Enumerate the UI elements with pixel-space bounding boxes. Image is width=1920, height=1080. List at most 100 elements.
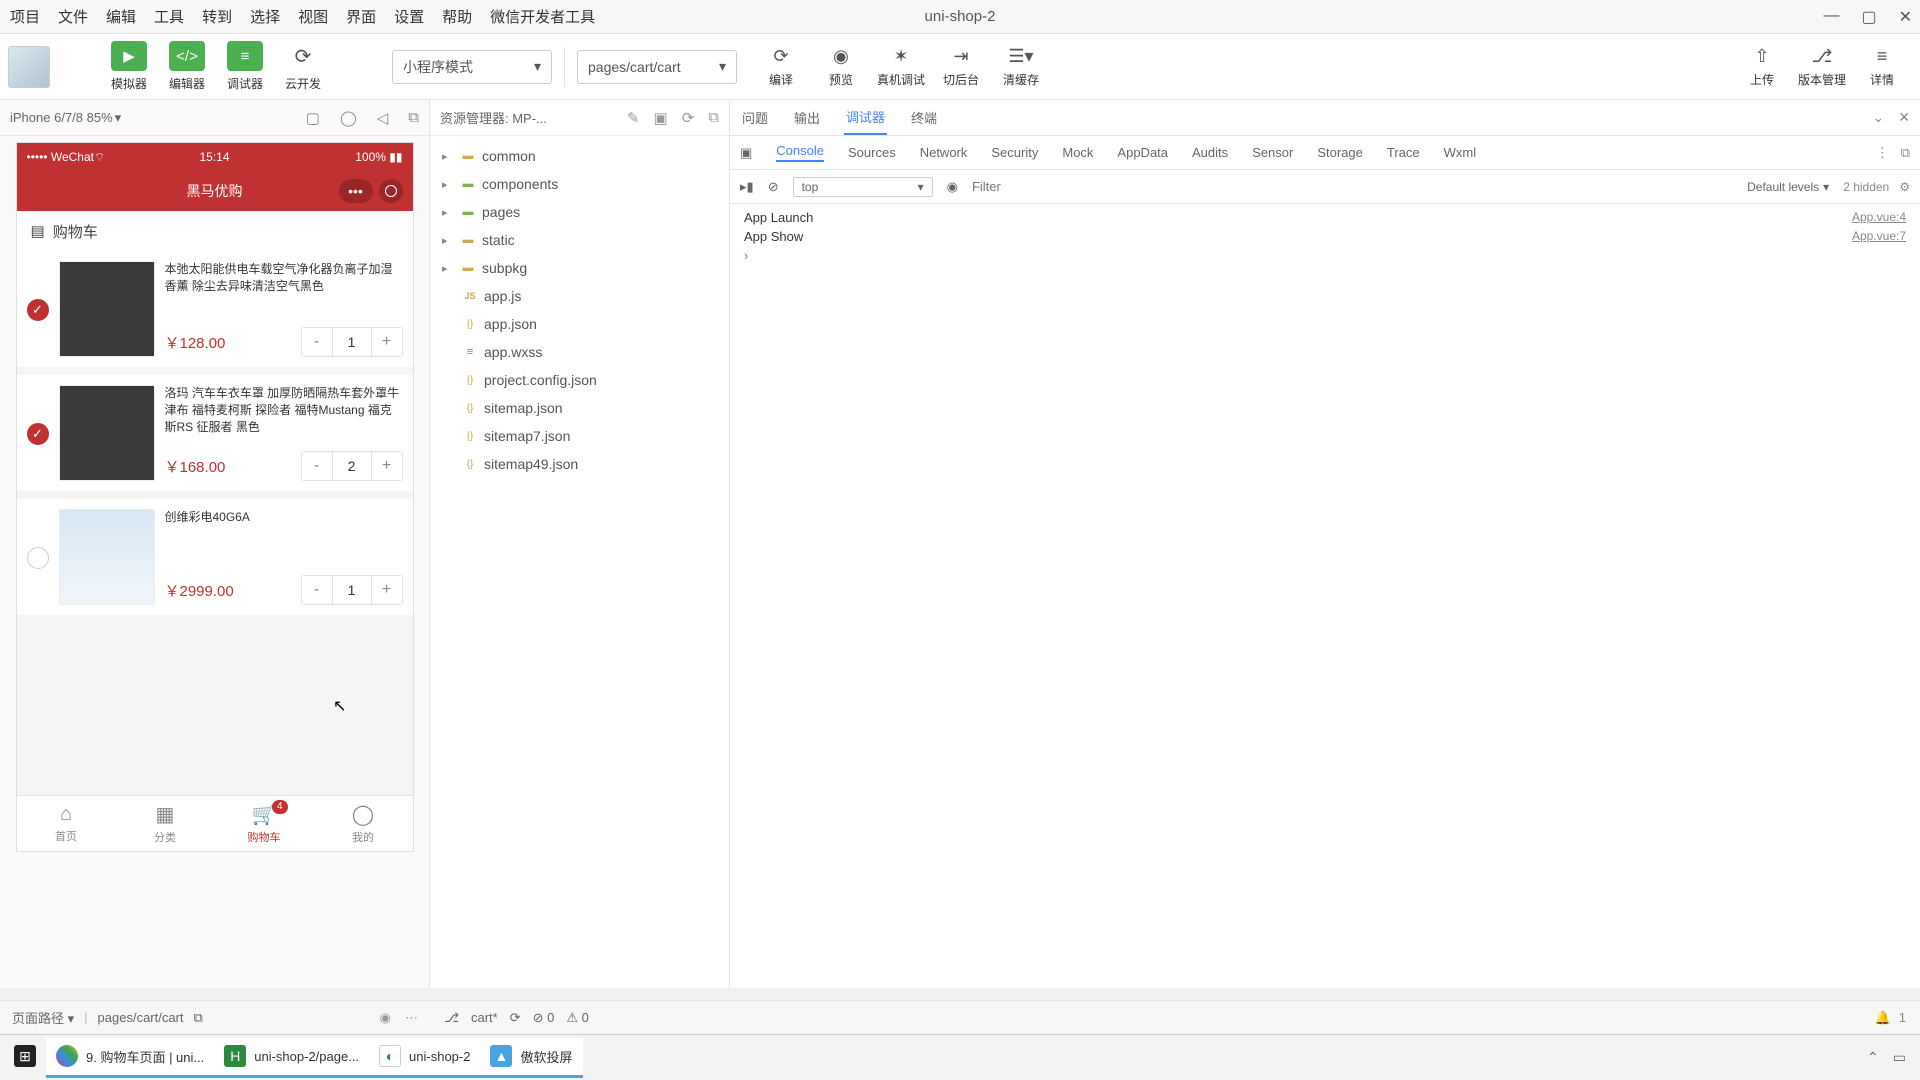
new-folder-icon[interactable]: ▣	[654, 109, 668, 127]
item-checkbox[interactable]	[27, 547, 49, 569]
levels-dropdown[interactable]: Default levels▾	[1747, 180, 1829, 194]
editor-button[interactable]: </>编辑器	[158, 41, 216, 92]
subtab-network[interactable]: Network	[920, 145, 968, 160]
taskbar-hbuilder[interactable]: Huni-shop-2/page...	[214, 1038, 369, 1078]
tray-chevron-icon[interactable]: ⌃	[1867, 1049, 1879, 1066]
subtab-trace[interactable]: Trace	[1387, 145, 1420, 160]
tab-debugger[interactable]: 调试器	[844, 100, 887, 135]
tab-issues[interactable]: 问题	[740, 100, 770, 135]
detail-button[interactable]: ≡详情	[1852, 46, 1912, 88]
menu-view[interactable]: 视图	[298, 6, 328, 27]
debugger-button[interactable]: ≡调试器	[216, 41, 274, 92]
subtab-audits[interactable]: Audits	[1192, 145, 1228, 160]
tab-terminal[interactable]: 终端	[909, 100, 939, 135]
branch-name[interactable]: cart*	[471, 1010, 498, 1025]
context-dropdown[interactable]: top▾	[793, 177, 933, 197]
rotate-icon[interactable]: ▢	[306, 109, 320, 127]
product-image[interactable]	[59, 509, 155, 605]
file-sitemap7[interactable]: sitemap7.json	[438, 422, 721, 450]
folder-common[interactable]: ▸common	[438, 142, 721, 170]
avatar[interactable]	[8, 46, 50, 88]
popout-icon[interactable]: ⧉	[408, 109, 419, 127]
folder-components[interactable]: ▸components	[438, 170, 721, 198]
file-sitemap49[interactable]: sitemap49.json	[438, 450, 721, 478]
dock-icon[interactable]: ⧉	[1901, 145, 1910, 161]
subtab-sensor[interactable]: Sensor	[1252, 145, 1293, 160]
devtools-menu-icon[interactable]: ⋮	[1876, 145, 1889, 161]
filter-input[interactable]	[972, 179, 1733, 194]
qty-minus-button[interactable]: -	[302, 328, 332, 356]
cloud-button[interactable]: ⟳云开发	[274, 41, 332, 92]
collapse-icon[interactable]: ⧉	[708, 109, 719, 127]
back-icon[interactable]: ◁	[377, 109, 389, 127]
item-checkbox[interactable]: ✓	[27, 423, 49, 445]
upload-button[interactable]: ⇧上传	[1732, 46, 1792, 88]
more-icon[interactable]: ⋯	[405, 1010, 418, 1026]
subtab-sources[interactable]: Sources	[848, 145, 896, 160]
qty-minus-button[interactable]: -	[302, 452, 332, 480]
capsule-menu-icon[interactable]: •••	[339, 179, 373, 203]
subtab-appdata[interactable]: AppData	[1117, 145, 1168, 160]
simulator-button[interactable]: ▶模拟器	[100, 41, 158, 92]
warning-count[interactable]: ⚠ 0	[566, 1010, 589, 1026]
file-app-js[interactable]: app.js	[438, 282, 721, 310]
menu-tools[interactable]: 工具	[154, 6, 184, 27]
tab-home[interactable]: ⌂首页	[17, 796, 116, 851]
toggle-sidebar-icon[interactable]: ▸▮	[740, 179, 754, 195]
tab-category[interactable]: ▦分类	[116, 796, 215, 851]
close-icon[interactable]: ✕	[1899, 7, 1912, 27]
tab-mine[interactable]: ◯我的	[314, 796, 413, 851]
folder-pages[interactable]: ▸pages	[438, 198, 721, 226]
sync-icon[interactable]: ⟳	[510, 1010, 521, 1026]
clear-cache-button[interactable]: ☰▾清缓存	[991, 46, 1051, 88]
real-device-button[interactable]: ✶真机调试	[871, 46, 931, 88]
copy-icon[interactable]: ⧉	[194, 1010, 203, 1026]
qty-plus-button[interactable]: +	[372, 328, 402, 356]
mute-icon[interactable]: ◯	[340, 109, 357, 127]
folder-subpkg[interactable]: ▸subpkg	[438, 254, 721, 282]
item-checkbox[interactable]: ✓	[27, 299, 49, 321]
folder-static[interactable]: ▸static	[438, 226, 721, 254]
new-file-icon[interactable]: ✎	[627, 109, 640, 127]
file-sitemap[interactable]: sitemap.json	[438, 394, 721, 422]
product-image[interactable]	[59, 385, 155, 481]
subtab-security[interactable]: Security	[991, 145, 1038, 160]
eye-icon[interactable]: ◉	[947, 179, 958, 195]
eye-icon[interactable]: ◉	[380, 1010, 391, 1026]
subtab-wxml[interactable]: Wxml	[1444, 145, 1477, 160]
taskbar-chrome[interactable]: 9. 购物车页面 | uni...	[46, 1038, 214, 1078]
maximize-icon[interactable]: ▢	[1861, 7, 1876, 27]
product-image[interactable]	[59, 261, 155, 357]
taskbar-apowermirror[interactable]: ▲傲软投屏	[480, 1038, 582, 1078]
mode-dropdown[interactable]: 小程序模式▾	[392, 50, 552, 84]
bell-icon[interactable]: 🔔	[1875, 1010, 1891, 1026]
branch-icon[interactable]: ⎇	[444, 1010, 459, 1026]
capsule-close-icon[interactable]	[379, 179, 403, 203]
minimize-icon[interactable]: —	[1823, 7, 1839, 27]
close-panel-icon[interactable]: ✕	[1898, 109, 1910, 126]
background-button[interactable]: ⇥切后台	[931, 46, 991, 88]
menu-wxdevtools[interactable]: 微信开发者工具	[490, 6, 595, 27]
menu-file[interactable]: 文件	[58, 6, 88, 27]
page-path-label[interactable]: 页面路径 ▾	[12, 1008, 74, 1027]
preview-button[interactable]: ◉预览	[811, 46, 871, 88]
version-button[interactable]: ⎇版本管理	[1792, 46, 1852, 88]
gear-icon[interactable]: ⚙	[1899, 180, 1910, 194]
menu-help[interactable]: 帮助	[442, 6, 472, 27]
console-output[interactable]: App LaunchApp.vue:4 App ShowApp.vue:7 ›	[730, 204, 1920, 988]
compile-button[interactable]: ⟳编译	[751, 46, 811, 88]
chevron-down-icon[interactable]: ⌄	[1873, 109, 1885, 126]
menu-goto[interactable]: 转到	[202, 6, 232, 27]
file-app-json[interactable]: app.json	[438, 310, 721, 338]
clear-console-icon[interactable]: ⊘	[768, 179, 779, 195]
tray-action-center-icon[interactable]: ▭	[1893, 1049, 1906, 1066]
start-button[interactable]: ⊞	[4, 1038, 46, 1078]
qty-plus-button[interactable]: +	[372, 452, 402, 480]
file-project-config[interactable]: project.config.json	[438, 366, 721, 394]
file-app-wxss[interactable]: app.wxss	[438, 338, 721, 366]
subtab-console[interactable]: Console	[776, 143, 824, 162]
menu-select[interactable]: 选择	[250, 6, 280, 27]
subtab-mock[interactable]: Mock	[1062, 145, 1093, 160]
menu-ui[interactable]: 界面	[346, 6, 376, 27]
subtab-storage[interactable]: Storage	[1317, 145, 1363, 160]
